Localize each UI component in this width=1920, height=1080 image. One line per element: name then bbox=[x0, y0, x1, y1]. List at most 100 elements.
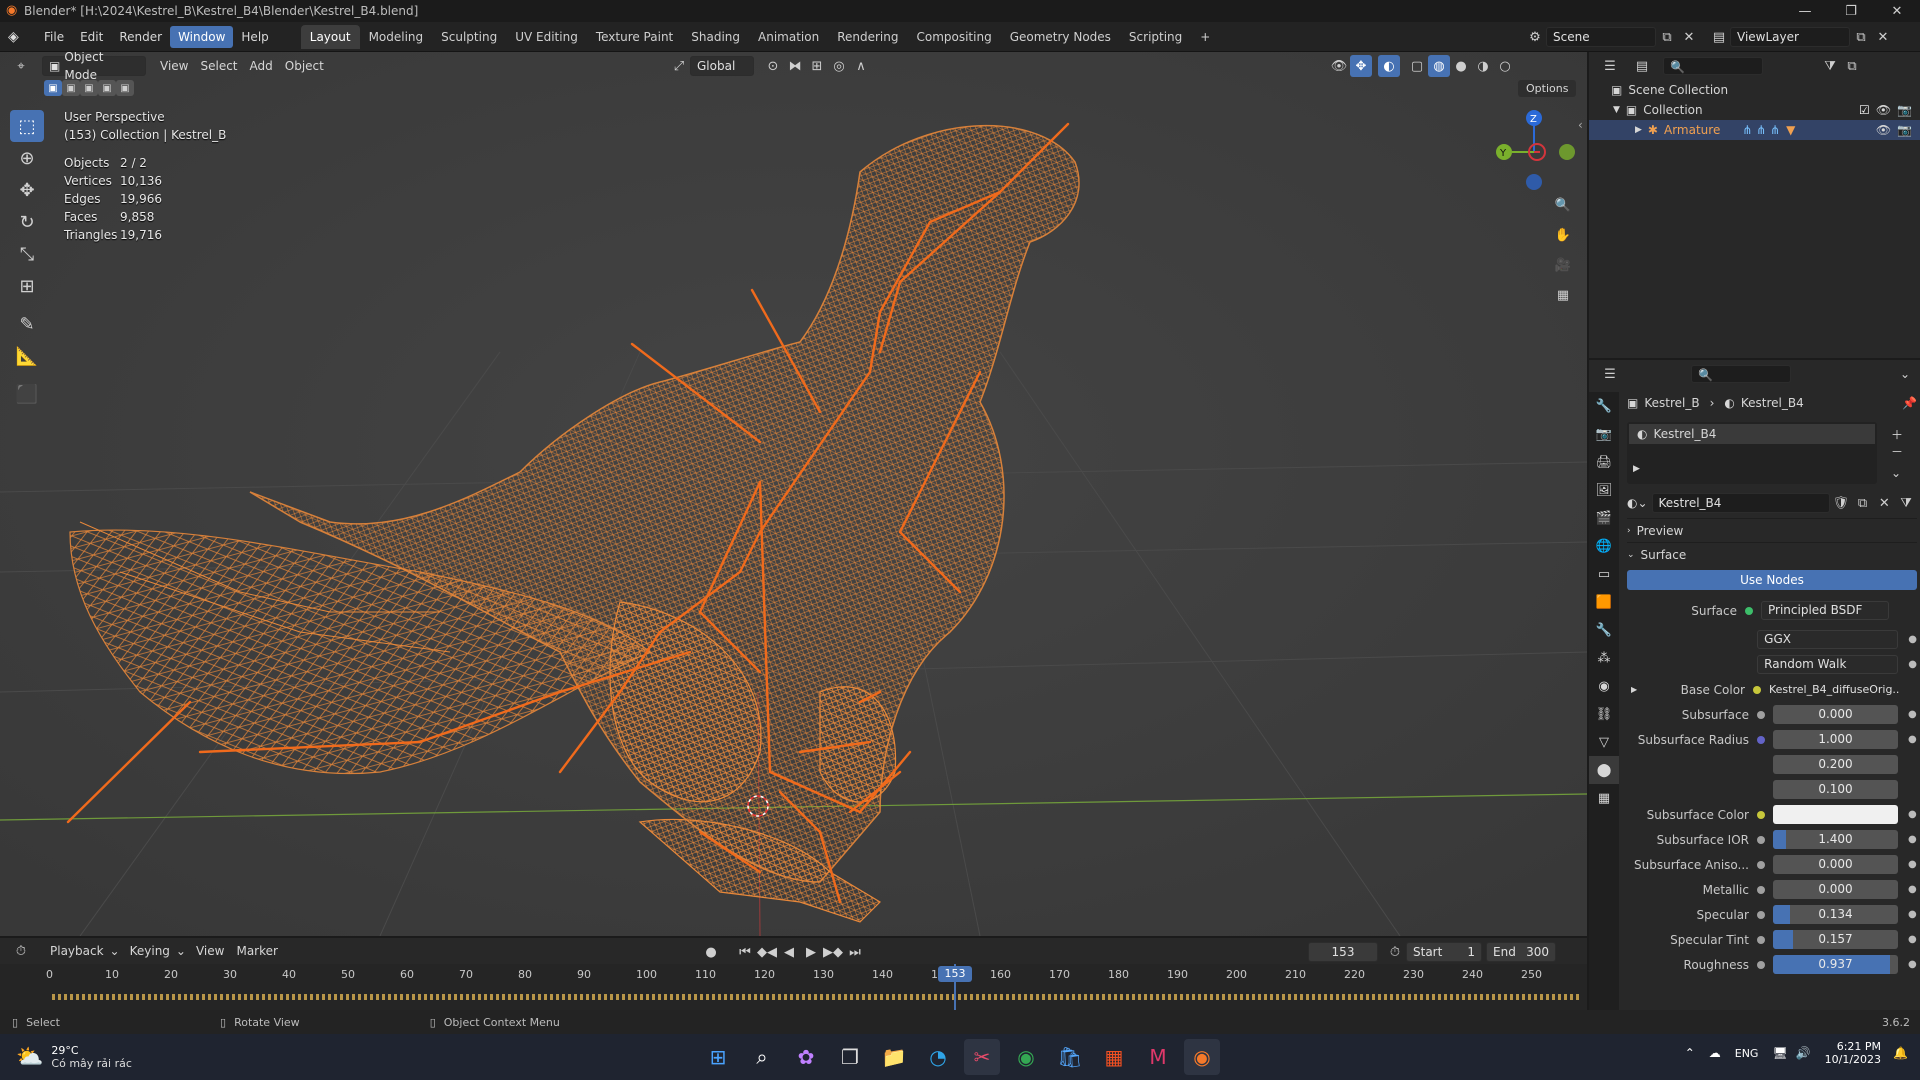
workspace-tab-texture-paint[interactable]: Texture Paint bbox=[587, 25, 682, 49]
workspace-tab-uv-editing[interactable]: UV Editing bbox=[506, 25, 587, 49]
workspace-tab-sculpting[interactable]: Sculpting bbox=[432, 25, 506, 49]
object-tab-icon[interactable]: 🟧 bbox=[1589, 588, 1619, 616]
property-number-field[interactable]: 0.000 bbox=[1773, 855, 1898, 874]
distribution-dropdown[interactable]: GGX bbox=[1757, 630, 1899, 649]
onedrive-icon[interactable]: ☁ bbox=[1709, 1046, 1721, 1060]
constraints-tab-icon[interactable]: ⛓ bbox=[1589, 700, 1619, 728]
snipping-tool-icon[interactable]: ✂ bbox=[964, 1039, 1000, 1075]
playhead-label[interactable]: 153 bbox=[938, 966, 972, 982]
keyframe-icon[interactable]: ● bbox=[1908, 909, 1917, 920]
rendered-shading-icon[interactable]: ○ bbox=[1494, 55, 1516, 77]
keyframe-icon[interactable]: ● bbox=[1908, 709, 1917, 720]
orientation-icon[interactable]: ⤢ bbox=[668, 55, 690, 77]
options-dropdown[interactable]: Options bbox=[1518, 80, 1577, 97]
falloff-icon[interactable]: ∧ bbox=[850, 55, 872, 77]
exclude-checkbox-icon[interactable]: ☑ bbox=[1859, 103, 1870, 117]
collection-row[interactable]: ▼ ▣ Collection ☑ 👁 📷 bbox=[1589, 100, 1920, 120]
keyframe-icon[interactable]: ● bbox=[1908, 934, 1917, 945]
workspace-tab-layout[interactable]: Layout bbox=[300, 24, 360, 49]
view-layer-icon[interactable]: ▤ bbox=[1708, 26, 1730, 48]
material-tab-icon[interactable]: ⬤ bbox=[1589, 756, 1619, 784]
keyframe-icon[interactable]: ● bbox=[1908, 884, 1917, 895]
snap-icon[interactable]: ⧓ bbox=[784, 55, 806, 77]
timeline-track[interactable]: 0102030405060708090100110120130140150160… bbox=[0, 964, 1587, 1012]
display-mode-icon[interactable]: ▤ bbox=[1631, 55, 1653, 77]
menu-window[interactable]: Window bbox=[170, 25, 234, 48]
add-workspace-button[interactable]: + bbox=[1191, 25, 1219, 49]
end-frame-field[interactable]: End 300 bbox=[1486, 942, 1556, 962]
search-icon[interactable]: ⌕ bbox=[744, 1039, 780, 1075]
weather-widget[interactable]: ⛅ 29°C Có mây rải rác bbox=[16, 1044, 132, 1070]
use-nodes-button[interactable]: Use Nodes bbox=[1627, 570, 1917, 590]
chrome-icon[interactable]: ◉ bbox=[1008, 1039, 1044, 1075]
scene-collection-row[interactable]: ▣ Scene Collection bbox=[1589, 80, 1920, 100]
subsurface-method-dropdown[interactable]: Random Walk bbox=[1757, 655, 1899, 674]
workspace-tab-shading[interactable]: Shading bbox=[682, 25, 749, 49]
play-reverse-icon[interactable]: ◀ bbox=[778, 941, 800, 963]
collection-render-icon[interactable]: 📷 bbox=[1897, 103, 1912, 117]
data-tab-icon[interactable]: ▽ bbox=[1589, 728, 1619, 756]
add-slot-icon[interactable]: ＋ bbox=[1891, 426, 1903, 443]
select-extend-icon[interactable]: ▣ bbox=[62, 80, 80, 96]
modifier-tab-icon[interactable]: 🔧 bbox=[1589, 616, 1619, 644]
property-number-field[interactable]: 0.157 bbox=[1773, 930, 1898, 949]
timeline-menu-view[interactable]: View bbox=[190, 940, 230, 962]
keyframe-icon[interactable]: ● bbox=[1908, 734, 1917, 745]
workspace-tab-animation[interactable]: Animation bbox=[749, 25, 828, 49]
properties-editor-icon[interactable]: ☰ bbox=[1599, 363, 1621, 385]
properties-search-input[interactable]: 🔍 bbox=[1691, 365, 1791, 383]
pin-icon[interactable]: 📌 bbox=[1902, 396, 1917, 410]
preview-range-icon[interactable]: ⏱ bbox=[1384, 941, 1406, 963]
viewport-canvas[interactable]: Z Y bbox=[0, 52, 1587, 936]
workspace-tab-modeling[interactable]: Modeling bbox=[360, 25, 433, 49]
snap-increment-icon[interactable]: ⊞ bbox=[806, 55, 828, 77]
material-name-field[interactable]: Kestrel_B4 bbox=[1651, 493, 1830, 513]
ortho-grid-icon[interactable]: ▦ bbox=[1552, 284, 1574, 306]
scene-icon[interactable]: ⚙ bbox=[1524, 26, 1546, 48]
duplicate-material-icon[interactable]: ⧉ bbox=[1852, 492, 1874, 514]
measure-tool-icon[interactable]: 📐 bbox=[10, 340, 44, 372]
fake-user-icon[interactable]: 🛡 bbox=[1830, 492, 1852, 514]
outliner-search-input[interactable]: 🔍 bbox=[1663, 57, 1763, 75]
armature-render-icon[interactable]: 📷 bbox=[1897, 123, 1912, 137]
properties-options-icon[interactable]: ⌄ bbox=[1900, 367, 1910, 381]
cursor-tool-icon[interactable]: ⊕ bbox=[10, 142, 44, 174]
unlink-material-icon[interactable]: ✕ bbox=[1873, 492, 1895, 514]
preview-panel-header[interactable]: › Preview bbox=[1627, 518, 1917, 542]
new-scene-icon[interactable]: ⧉ bbox=[1656, 26, 1678, 48]
store-icon[interactable]: 🛍 bbox=[1052, 1039, 1088, 1075]
gizmo-toggle-icon[interactable]: ✥ bbox=[1350, 55, 1372, 77]
viewport-menu-view[interactable]: View bbox=[154, 55, 194, 77]
keyframe-strip[interactable] bbox=[52, 994, 1582, 1000]
base-color-texture-field[interactable]: Kestrel_B4_diffuseOrig... bbox=[1769, 683, 1899, 696]
render-tab-icon[interactable]: 📷 bbox=[1589, 420, 1619, 448]
3d-viewport[interactable]: Z Y ⌖ ▣ Object Mode View Select Add Object ⤢… bbox=[0, 52, 1587, 936]
subsurface-color-swatch[interactable] bbox=[1773, 805, 1898, 824]
start-menu-icon[interactable]: ⊞ bbox=[700, 1039, 736, 1075]
tray-chevron-icon[interactable]: ⌃ bbox=[1685, 1046, 1695, 1060]
pivot-icon[interactable]: ⊙ bbox=[762, 55, 784, 77]
property-number-field[interactable]: 1.400 bbox=[1773, 830, 1898, 849]
blender-taskbar-icon[interactable]: ◉ bbox=[1184, 1039, 1220, 1075]
workspace-tab-scripting[interactable]: Scripting bbox=[1120, 25, 1191, 49]
timeline-menu-keying[interactable]: Keying bbox=[124, 940, 176, 962]
collapse-arrow-icon[interactable]: ▼ bbox=[1613, 105, 1620, 115]
delete-view-layer-icon[interactable]: ✕ bbox=[1872, 26, 1894, 48]
wireframe-shading-icon[interactable]: ◍ bbox=[1428, 55, 1450, 77]
base-color-expand-icon[interactable]: ▶ bbox=[1631, 685, 1641, 694]
keyframe-icon[interactable]: ● bbox=[1908, 959, 1917, 970]
overlay-toggle-icon[interactable]: ◐ bbox=[1378, 55, 1400, 77]
add-cube-tool-icon[interactable]: ⬛ bbox=[10, 378, 44, 410]
property-number-field[interactable]: 0.937 bbox=[1773, 955, 1898, 974]
material-filter-icon[interactable]: ⧩ bbox=[1895, 492, 1917, 514]
scene-field[interactable]: Scene bbox=[1546, 27, 1656, 47]
collection-tab-icon[interactable]: ▭ bbox=[1589, 560, 1619, 588]
blender-menu-icon[interactable]: ◈ bbox=[8, 29, 36, 45]
camera-view-icon[interactable]: 🎥 bbox=[1552, 254, 1574, 276]
surface-panel-header[interactable]: ⌄ Surface bbox=[1627, 542, 1917, 566]
menu-help[interactable]: Help bbox=[233, 26, 276, 48]
rotate-tool-icon[interactable]: ↻ bbox=[10, 206, 44, 238]
surface-shader-field[interactable]: Principled BSDF bbox=[1761, 601, 1889, 620]
copilot-icon[interactable]: ✿ bbox=[788, 1039, 824, 1075]
proportional-edit-icon[interactable]: ◎ bbox=[828, 55, 850, 77]
